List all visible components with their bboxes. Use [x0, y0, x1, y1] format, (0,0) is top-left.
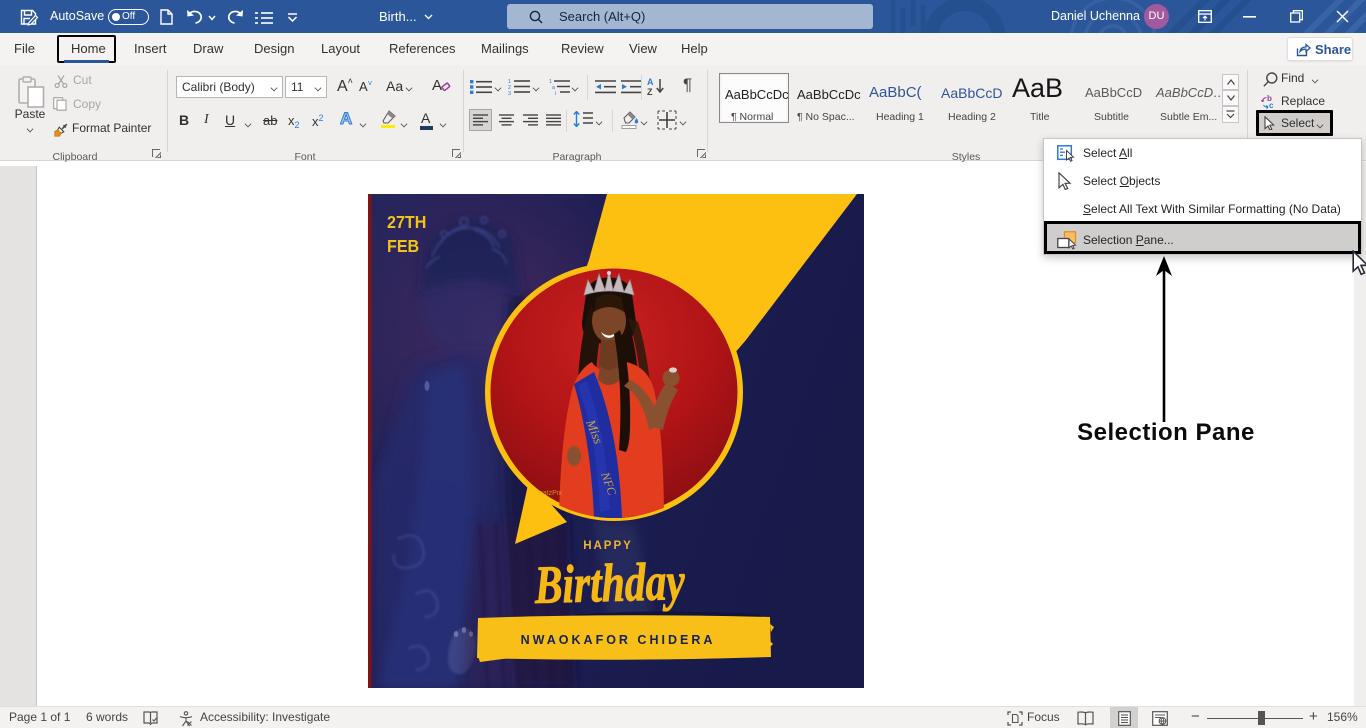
svg-text:NWAOKAFOR CHIDERA: NWAOKAFOR CHIDERA: [521, 633, 716, 647]
svg-text:Z: Z: [647, 87, 653, 96]
svg-text:3: 3: [508, 91, 511, 95]
svg-text:27TH: 27TH: [387, 212, 426, 232]
svg-text:HAPPY: HAPPY: [583, 540, 633, 552]
svg-text:c: c: [1269, 101, 1274, 109]
svg-text:A: A: [647, 77, 654, 87]
svg-text:Birthday: Birthday: [533, 551, 686, 615]
svg-text:FEB: FEB: [387, 236, 419, 256]
svg-text:i: i: [555, 91, 556, 95]
